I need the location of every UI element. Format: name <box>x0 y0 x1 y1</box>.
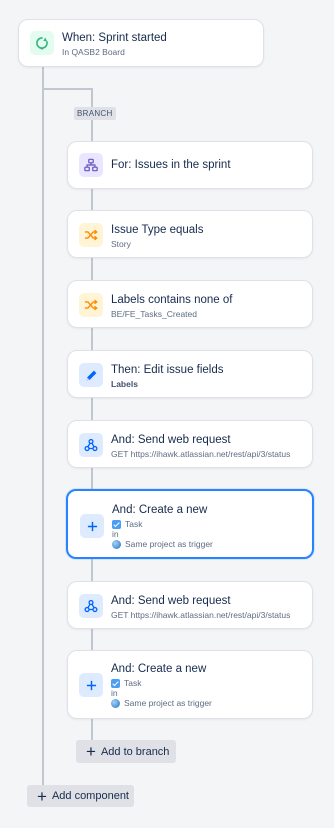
task-checkbox-icon <box>111 679 120 689</box>
task-checkbox-icon <box>112 520 121 530</box>
create-issue-project-2: Same project as trigger <box>111 698 212 709</box>
add-to-branch-label: Add to branch <box>100 745 170 758</box>
branch-label: BRANCH <box>74 107 116 120</box>
sprint-started-icon <box>30 31 54 55</box>
create-issue-card-2[interactable]: And: Create a new Task in Same project a… <box>67 650 313 719</box>
plus-icon <box>80 514 104 538</box>
send-web-request-url-2: GET https://ihawk.atlassian.net/rest/api… <box>111 610 291 620</box>
branch-elbow-line <box>42 88 92 90</box>
condition-issue-type-value: Story <box>111 239 131 249</box>
issue-type-task-1: Task <box>125 519 143 529</box>
send-web-request-title-1: And: Send web request <box>111 434 231 446</box>
send-web-request-url-1: GET https://ihawk.atlassian.net/rest/api… <box>111 449 291 459</box>
condition-issue-type-title: Issue Type equals <box>111 224 204 236</box>
condition-issue-type-card[interactable]: Issue Type equals Story <box>67 210 313 258</box>
create-issue-card-1[interactable]: And: Create a new Task in Same project a… <box>66 489 314 559</box>
plus-icon: + <box>86 742 96 761</box>
trigger-card[interactable]: When: Sprint started In QASB2 Board <box>18 19 264 67</box>
edit-issue-fields-title: Then: Edit issue fields <box>111 364 224 376</box>
add-to-branch-button[interactable]: + Add to branch <box>76 740 176 763</box>
create-issue-type-1: Task <box>112 519 143 530</box>
plus-icon: + <box>37 786 47 806</box>
create-issue-in-label-2: in <box>111 688 118 698</box>
project-avatar-icon <box>111 699 120 709</box>
project-name-2: Same project as trigger <box>124 698 212 708</box>
create-issue-title-2: And: Create a new <box>111 663 207 675</box>
create-issue-title-1: And: Create a new <box>112 504 208 516</box>
trigger-title: When: Sprint started <box>62 32 167 44</box>
issue-type-task-2: Task <box>124 678 142 688</box>
send-web-request-card-2[interactable]: And: Send web request GET https://ihawk.… <box>67 581 313 629</box>
condition-shuffle-icon <box>79 293 103 317</box>
webhook-icon <box>79 594 103 618</box>
main-connector-line <box>42 66 44 786</box>
create-issue-in-label-1: in <box>112 529 119 539</box>
create-issue-project-1: Same project as trigger <box>112 539 213 550</box>
edit-issue-fields-value: Labels <box>111 379 138 389</box>
send-web-request-card-1[interactable]: And: Send web request GET https://ihawk.… <box>67 420 313 468</box>
condition-labels-card[interactable]: Labels contains none of BE/FE_Tasks_Crea… <box>67 280 313 328</box>
send-web-request-title-2: And: Send web request <box>111 595 231 607</box>
branch-icon <box>79 153 103 177</box>
create-issue-type-2: Task <box>111 678 142 689</box>
add-component-button[interactable]: + Add component <box>27 785 134 807</box>
condition-labels-value: BE/FE_Tasks_Created <box>111 309 197 319</box>
project-name-1: Same project as trigger <box>125 539 213 549</box>
trigger-subtitle: In QASB2 Board <box>62 47 125 57</box>
condition-shuffle-icon <box>79 223 103 247</box>
plus-icon <box>79 673 103 697</box>
project-avatar-icon <box>112 540 121 550</box>
webhook-icon <box>79 433 103 457</box>
add-component-label: Add component <box>51 790 129 802</box>
condition-labels-title: Labels contains none of <box>111 294 233 306</box>
pencil-icon <box>79 363 103 387</box>
for-issues-title: For: Issues in the sprint <box>111 159 231 171</box>
edit-issue-fields-card[interactable]: Then: Edit issue fields Labels <box>67 350 313 398</box>
for-issues-card[interactable]: For: Issues in the sprint <box>67 141 313 189</box>
